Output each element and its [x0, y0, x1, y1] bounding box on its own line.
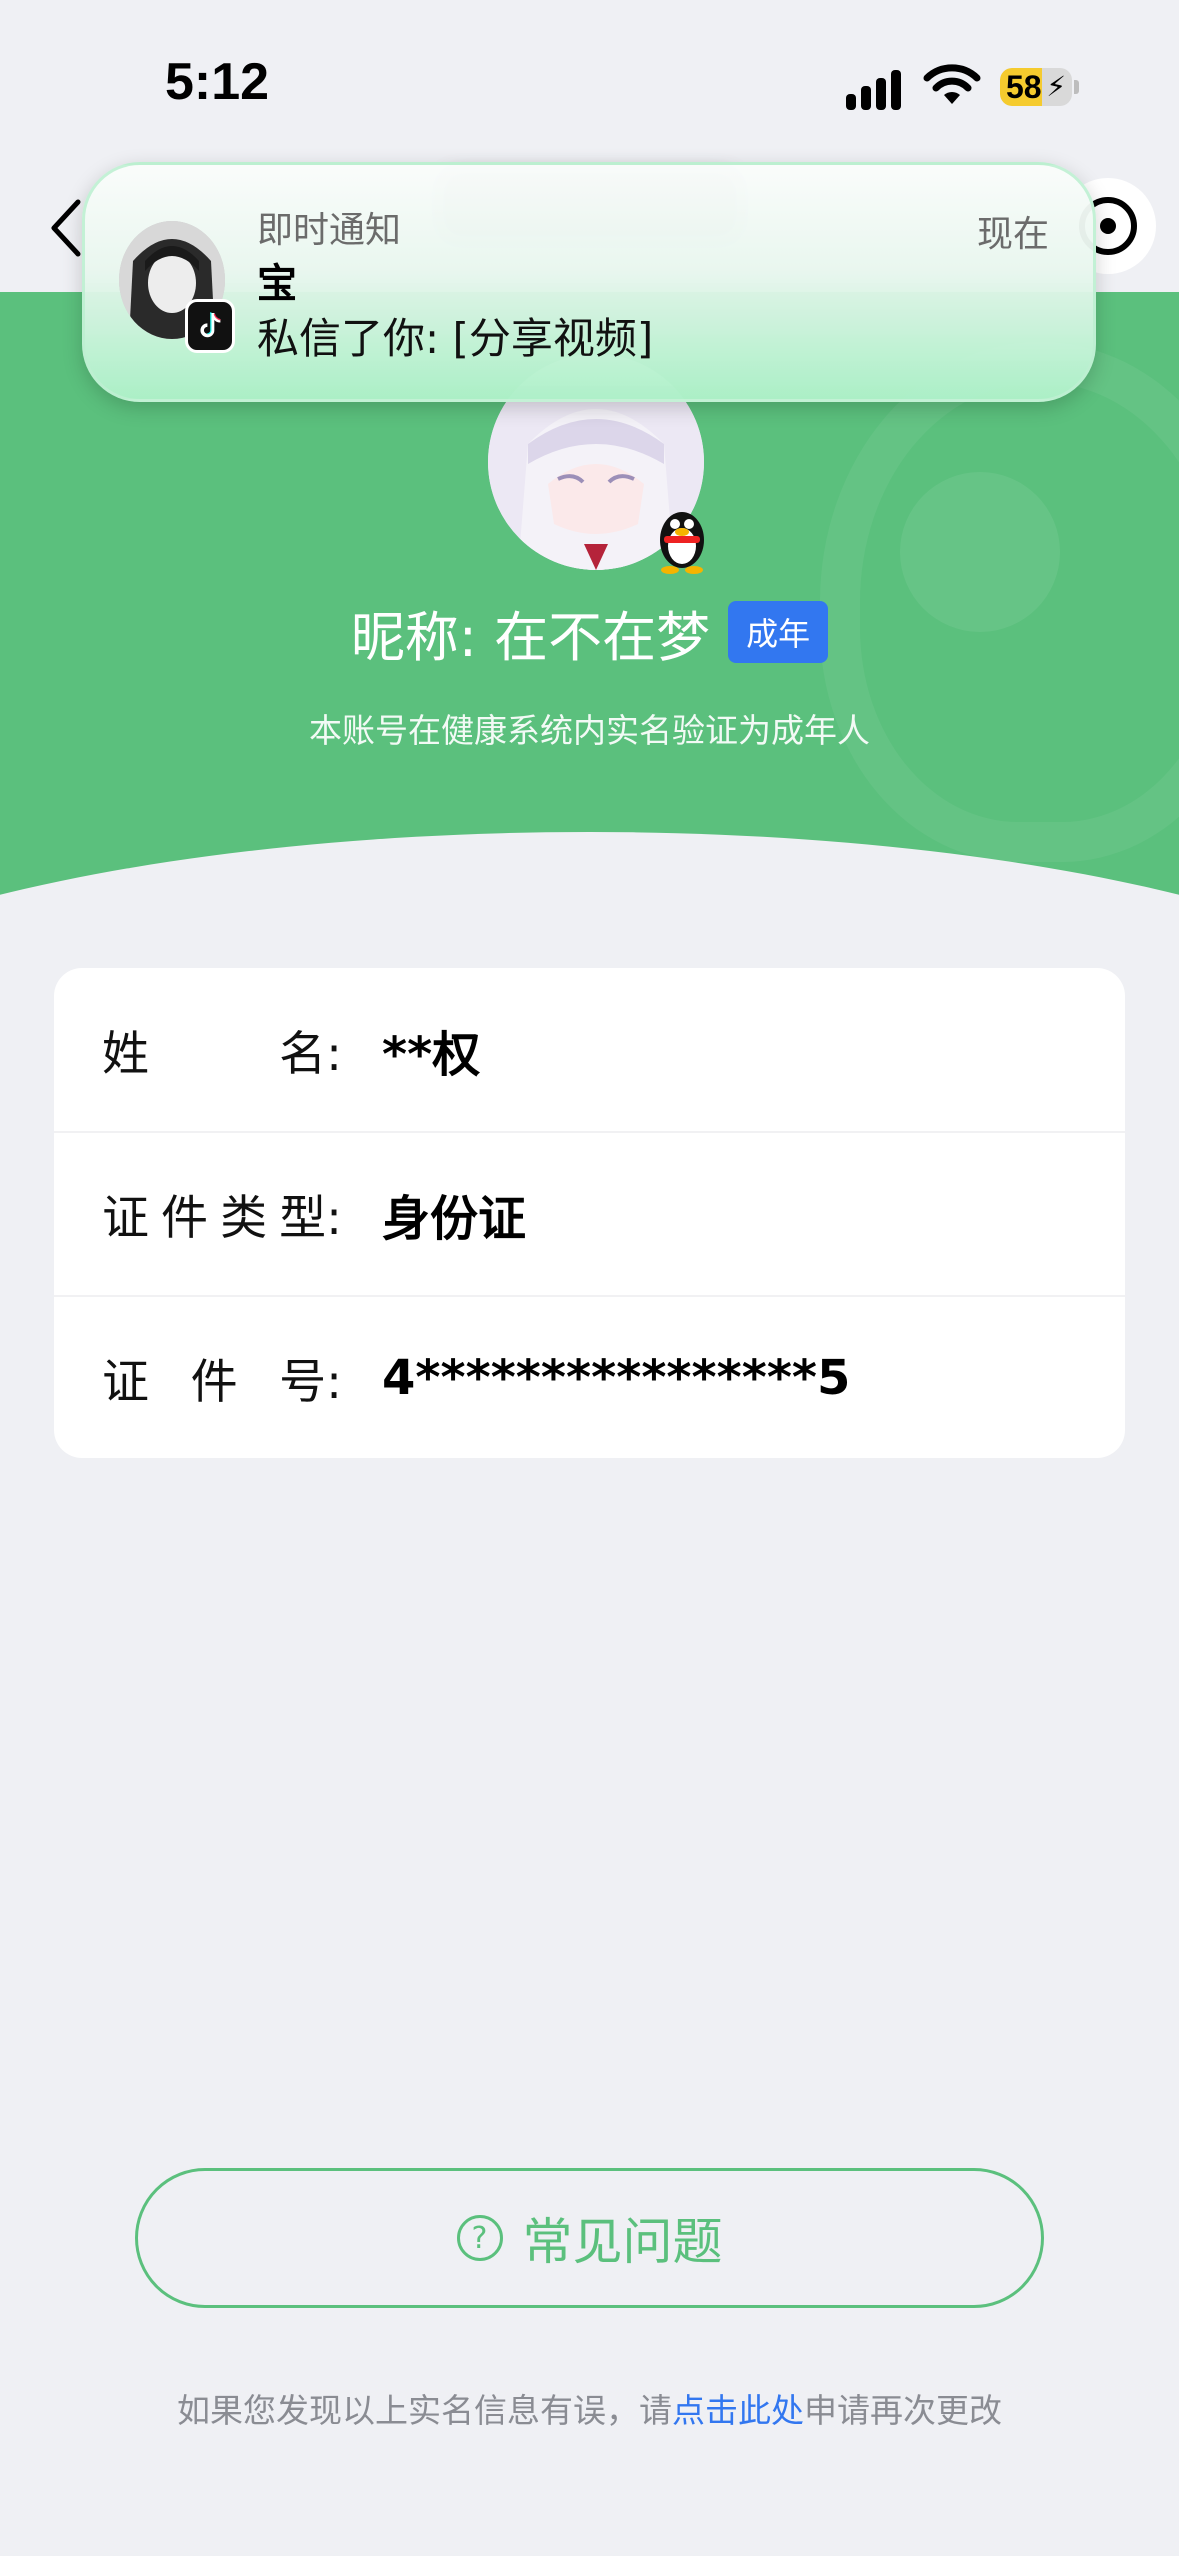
notification-app-name: 即时通知	[257, 210, 402, 251]
tiktok-icon	[185, 299, 235, 353]
footer-prefix: 如果您发现以上实名信息有误，请	[177, 2391, 672, 2430]
info-label-name: 姓 名:	[102, 1027, 342, 1082]
status-time: 5:12	[165, 53, 270, 111]
nickname: 昵称: 在不在梦	[350, 605, 711, 669]
faq-label: 常见问题	[522, 2213, 723, 2271]
info-value-name: **权	[382, 1026, 481, 1083]
status-bar: 5:12 58 ⚡	[0, 0, 1179, 180]
footer-suffix: 申请再次更改	[804, 2391, 1002, 2430]
battery-tip	[1074, 80, 1079, 94]
notification-message: 私信了你: [分享视频]	[257, 314, 654, 363]
battery-level: 58	[1006, 69, 1042, 105]
notification-sender: 宝	[257, 261, 297, 307]
notification-time: 现在	[976, 214, 1049, 255]
footer-note: 如果您发现以上实名信息有误，请点击此处申请再次更改	[0, 2384, 1179, 2432]
info-card: 姓 名: **权 证 件 类 型: 身份证 证 件 号: 4**********…	[54, 968, 1125, 1458]
info-row-id-type: 证 件 类 型: 身份证	[54, 1132, 1125, 1295]
info-value-id-type: 身份证	[382, 1190, 527, 1247]
info-value-id-number: 4****************5	[382, 1349, 851, 1406]
signal-icon	[846, 68, 906, 110]
info-row-name: 姓 名: **权	[54, 968, 1125, 1131]
info-label-id-type: 证 件 类 型:	[102, 1191, 342, 1246]
faq-button[interactable]: ? 常见问题	[135, 2168, 1044, 2308]
notification-banner[interactable]: 即时通知 宝 私信了你: [分享视频] 现在	[82, 162, 1096, 402]
charging-bolt-icon: ⚡	[1046, 70, 1066, 103]
info-label-id-number: 证 件 号:	[102, 1355, 342, 1410]
nickname-row: 昵称: 在不在梦 成年	[0, 592, 1179, 672]
info-row-id-number: 证 件 号: 4****************5	[54, 1296, 1125, 1458]
question-circle-icon: ?	[456, 2215, 503, 2261]
wifi-icon	[923, 64, 981, 104]
qq-penguin-icon	[660, 512, 704, 574]
adult-badge: 成年	[728, 601, 829, 663]
battery-charging-icon: 58 ⚡	[1000, 68, 1072, 106]
verification-subtitle: 本账号在健康系统内实名验证为成年人	[309, 711, 870, 750]
edit-info-link[interactable]: 点击此处	[672, 2391, 804, 2430]
